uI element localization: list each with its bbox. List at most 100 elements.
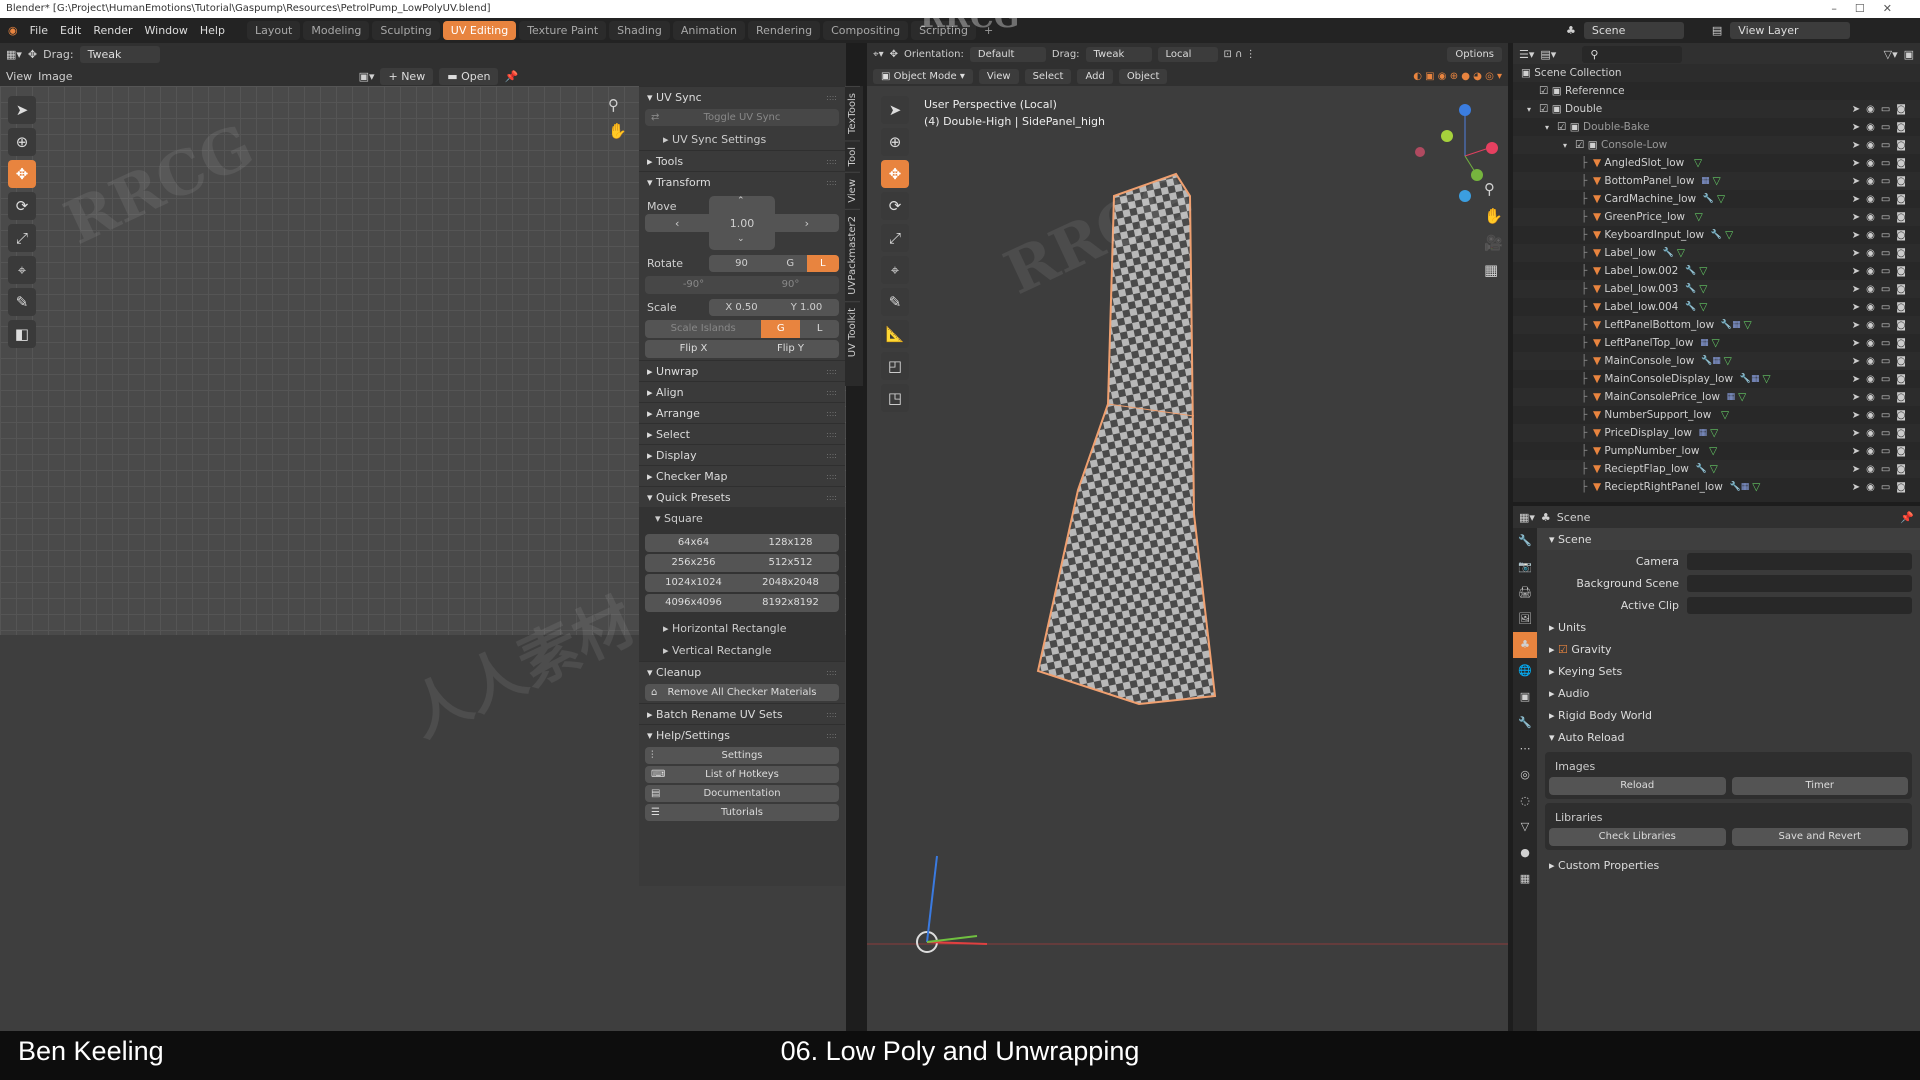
active-clip-field[interactable]	[1687, 596, 1912, 614]
new-image-button[interactable]: + New	[380, 67, 434, 85]
minimize-button[interactable]: –	[1831, 2, 1855, 15]
outliner-item[interactable]: ☑ ▣ Referennce	[1513, 82, 1920, 100]
move-up-button[interactable]: ⌃	[737, 196, 745, 206]
view-layer-icon[interactable]: ▤	[1712, 24, 1722, 37]
expand-arrow-icon[interactable]: ▾	[1545, 123, 1557, 132]
preset-button[interactable]: 512x512	[742, 554, 839, 572]
mesh-data-icon[interactable]: ▽	[1677, 247, 1685, 259]
visibility-icons[interactable]: ➤◉▭◙	[1852, 266, 1912, 277]
modifier-icons[interactable]: 🔧	[1663, 248, 1674, 258]
properties-tab-icon[interactable]: ▣	[1513, 684, 1537, 710]
properties-tab-icon[interactable]: ⋯	[1513, 736, 1537, 762]
properties-tab-icon[interactable]: 🌐	[1513, 658, 1537, 684]
tab-texture-paint[interactable]: Texture Paint	[519, 21, 607, 40]
window-controls[interactable]: –☐✕	[1831, 0, 1910, 18]
section-quick-presets[interactable]: ▾ Quick Presets::::	[639, 486, 845, 507]
modifier-icons[interactable]: ▦	[1699, 428, 1708, 438]
properties-tab-icon[interactable]: ▽	[1513, 814, 1537, 840]
menu-edit[interactable]: Edit	[54, 22, 87, 39]
list-of-hotkeys-button[interactable]: ⌨ List of Hotkeys	[645, 766, 839, 783]
outliner-item[interactable]: ├ ▼ Label_low.002 🔧 ▽ ➤◉▭◙	[1513, 262, 1920, 280]
outliner-item[interactable]: ├ ▼ Label_low.004 🔧 ▽ ➤◉▭◙	[1513, 298, 1920, 316]
properties-tab-icon[interactable]: ◌	[1513, 788, 1537, 814]
modifier-icons[interactable]: 🔧	[1685, 266, 1696, 276]
section-scene[interactable]: ▾ Scene	[1537, 528, 1920, 550]
section-batch-rename[interactable]: ▸ Batch Rename UV Sets::::	[639, 703, 845, 724]
visibility-icons[interactable]: ➤◉▭◙	[1852, 428, 1912, 439]
section-transform[interactable]: ▾ Transform::::	[639, 171, 845, 192]
tab-scripting[interactable]: Scripting	[911, 21, 976, 40]
visibility-icons[interactable]: ➤◉▭◙	[1852, 140, 1912, 151]
save-and-revert-button[interactable]: Save and Revert	[1731, 828, 1908, 846]
outliner-item[interactable]: ├ ▼ MainConsolePrice_low ▦ ▽ ➤◉▭◙	[1513, 388, 1920, 406]
rotate-ccw-button[interactable]: -90°	[645, 276, 742, 294]
snap-icon[interactable]: ⊡ ∩ ⋮	[1224, 49, 1256, 60]
mesh-data-icon[interactable]: ▽	[1710, 427, 1718, 439]
timer-button[interactable]: Timer	[1731, 777, 1908, 795]
visibility-icons[interactable]: ➤◉▭◙	[1852, 446, 1912, 457]
mesh-data-icon[interactable]: ▽	[1699, 301, 1707, 313]
outliner-item[interactable]: ├ ▼ AngledSlot_low ▽ ➤◉▭◙	[1513, 154, 1920, 172]
modifier-icons[interactable]: 🔧▦	[1729, 482, 1749, 492]
tab-textools[interactable]: TexTools	[845, 86, 860, 140]
preset-button[interactable]: 2048x2048	[742, 574, 839, 592]
section-display[interactable]: ▸ Display::::	[639, 444, 845, 465]
scale-tool-icon[interactable]: ⤢	[8, 224, 36, 252]
pin-icon[interactable]: 📌	[504, 70, 518, 83]
close-button[interactable]: ✕	[1883, 2, 1910, 15]
modifier-icons[interactable]: 🔧	[1685, 302, 1696, 312]
scale-y-field[interactable]: Y 1.00	[774, 299, 839, 316]
modifier-icons[interactable]: 🔧▦	[1701, 356, 1721, 366]
expand-arrow-icon[interactable]: ▾	[1563, 141, 1575, 150]
annotate-tool-icon[interactable]: ✎	[8, 288, 36, 316]
drag-dropdown[interactable]: Tweak	[79, 45, 160, 63]
menu-render[interactable]: Render	[87, 22, 138, 39]
mesh-data-icon[interactable]: ▽	[1694, 157, 1702, 169]
options-button[interactable]: Options	[1447, 46, 1502, 62]
visibility-icons[interactable]: ➤◉▭◙	[1852, 248, 1912, 259]
documentation-button[interactable]: ▤ Documentation	[645, 785, 839, 802]
flip-y-button[interactable]: Flip Y	[742, 340, 839, 358]
section-checker-map[interactable]: ▸ Checker Map::::	[639, 465, 845, 486]
visibility-icons[interactable]: ➤◉▭◙	[1852, 320, 1912, 331]
move-down-button[interactable]: ⌄	[737, 234, 745, 244]
visibility-icons[interactable]: ➤◉▭◙	[1852, 338, 1912, 349]
visibility-icons[interactable]: ➤◉▭◙	[1852, 374, 1912, 385]
shading-buttons[interactable]: ◐ ▣ ◉ ⊕ ● ◕ ◎ ▾	[1413, 71, 1502, 82]
visibility-icons[interactable]: ➤◉▭◙	[1852, 104, 1912, 115]
outliner-item[interactable]: ├ ▼ PumpNumber_low ▽ ➤◉▭◙	[1513, 442, 1920, 460]
new-collection-icon[interactable]: ▣	[1904, 48, 1914, 61]
settings-button[interactable]: ⫶ Settings	[645, 747, 839, 764]
mesh-data-icon[interactable]: ▽	[1724, 355, 1732, 367]
flip-x-button[interactable]: Flip X	[645, 340, 742, 358]
gizmo-z-arrow[interactable]	[926, 855, 938, 943]
menu-add[interactable]: Add	[1077, 68, 1113, 84]
mesh-data-icon[interactable]: ▽	[1709, 445, 1717, 457]
tab-compositing[interactable]: Compositing	[823, 21, 909, 40]
rotate-global-toggle[interactable]: G	[774, 255, 807, 272]
scene-icon[interactable]: ♣	[1566, 24, 1576, 37]
outliner-root[interactable]: ▣ Scene Collection	[1513, 64, 1920, 82]
uv-sync-settings[interactable]: ▸ UV Sync Settings	[639, 128, 845, 150]
checkbox[interactable]: ☑	[1539, 85, 1552, 97]
outliner-item[interactable]: ├ ▼ MainConsole_low 🔧▦ ▽ ➤◉▭◙	[1513, 352, 1920, 370]
mesh-data-icon[interactable]: ▽	[1717, 193, 1725, 205]
mode-dropdown[interactable]: ▣ Object Mode ▾	[873, 68, 973, 84]
properties-tab-icon[interactable]: ♣	[1513, 632, 1537, 658]
section-align[interactable]: ▸ Align::::	[639, 381, 845, 402]
gravity-checkbox[interactable]: ☑	[1558, 643, 1571, 656]
tab-sculpting[interactable]: Sculpting	[372, 21, 440, 40]
section-unwrap[interactable]: ▸ Unwrap::::	[639, 360, 845, 381]
tab-rendering[interactable]: Rendering	[747, 21, 821, 40]
mesh-data-icon[interactable]: ▽	[1738, 391, 1746, 403]
section-select[interactable]: ▸ Select::::	[639, 423, 845, 444]
drag-dropdown[interactable]: Tweak	[1085, 46, 1152, 62]
visibility-icons[interactable]: ➤◉▭◙	[1852, 284, 1912, 295]
outliner-item[interactable]: ├ ▼ RecieptRightPanel_low 🔧▦ ▽ ➤◉▭◙	[1513, 478, 1920, 496]
scene-selector[interactable]: Scene	[1583, 22, 1684, 39]
properties-tab-icon[interactable]: 🔧	[1513, 528, 1537, 554]
pan-hand-icon[interactable]: ✋	[1484, 203, 1503, 230]
mesh-data-icon[interactable]: ▽	[1744, 319, 1752, 331]
select-tool-icon[interactable]: ➤	[8, 96, 36, 124]
outliner-item[interactable]: ▾ ☑ ▣ Double-Bake ➤◉▭◙	[1513, 118, 1920, 136]
